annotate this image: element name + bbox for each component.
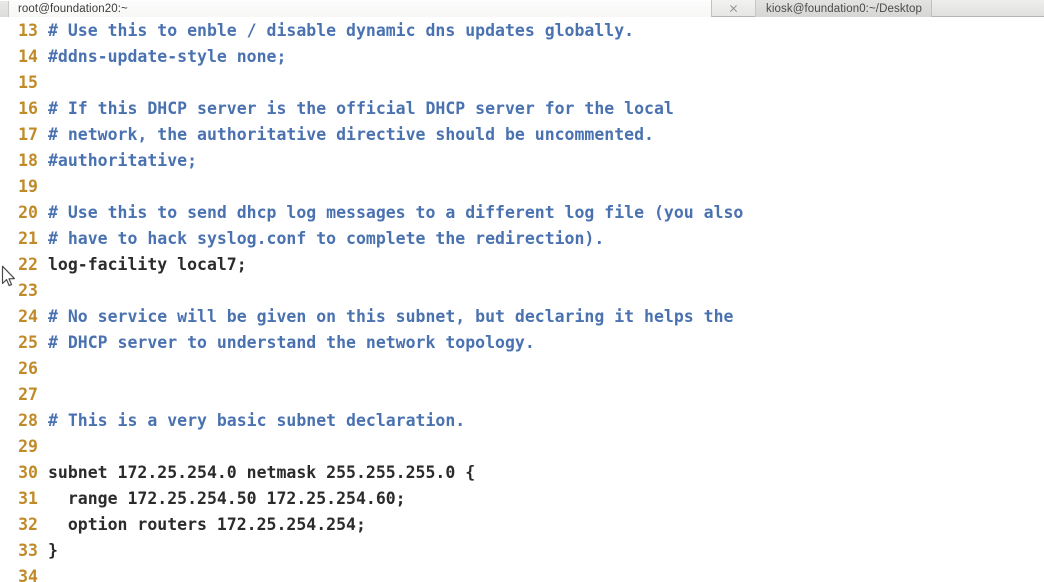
code-line-text: # Use this to send dhcp log messages to …: [48, 203, 744, 222]
tab-label-0: root@foundation20:~: [18, 2, 128, 15]
tab-bar: root@foundation20:~ kiosk@foundation0:~/…: [0, 0, 1044, 17]
code-line[interactable]: 20 # Use this to send dhcp log messages t…: [0, 200, 1044, 226]
code-editor-area[interactable]: 13 # Use this to enble / disable dynamic …: [0, 18, 1044, 582]
line-number: 30: [18, 463, 38, 482]
code-line[interactable]: 27: [0, 382, 1044, 408]
line-number: 33: [18, 541, 38, 560]
code-line[interactable]: 30 subnet 172.25.254.0 netmask 255.255.25…: [0, 460, 1044, 486]
line-number: 25: [18, 333, 38, 352]
close-icon[interactable]: [728, 3, 739, 14]
code-line[interactable]: 15: [0, 70, 1044, 96]
line-number: 13: [18, 21, 38, 40]
line-number: 14: [18, 47, 38, 66]
code-line-text: # This is a very basic subnet declaratio…: [48, 411, 466, 430]
code-line-text: #authoritative;: [48, 151, 198, 170]
code-line[interactable]: 19: [0, 174, 1044, 200]
line-number: 31: [18, 489, 38, 508]
code-line-text: # have to hack syslog.conf to complete t…: [48, 229, 605, 248]
line-number: 21: [18, 229, 38, 248]
code-line-text: option routers 172.25.254.254;: [48, 515, 366, 534]
code-line-text: #ddns-update-style none;: [48, 47, 287, 66]
line-number: 17: [18, 125, 38, 144]
tab-close-area: [712, 0, 755, 16]
code-line[interactable]: 14 #ddns-update-style none;: [0, 44, 1044, 70]
code-line-text: range 172.25.254.50 172.25.254.60;: [48, 489, 406, 508]
tab-kiosk-foundation0[interactable]: kiosk@foundation0:~/Desktop: [755, 0, 932, 17]
line-number: 23: [18, 281, 38, 300]
tab-root-foundation20[interactable]: root@foundation20:~: [0, 0, 712, 17]
line-number: 26: [18, 359, 38, 378]
code-line[interactable]: 23: [0, 278, 1044, 304]
code-line[interactable]: 32 option routers 172.25.254.254;: [0, 512, 1044, 538]
code-line[interactable]: 21 # have to hack syslog.conf to complete…: [0, 226, 1044, 252]
line-number: 22: [18, 255, 38, 274]
line-number: 20: [18, 203, 38, 222]
line-number: 29: [18, 437, 38, 456]
code-line[interactable]: 18 #authoritative;: [0, 148, 1044, 174]
code-line[interactable]: 28 # This is a very basic subnet declarat…: [0, 408, 1044, 434]
code-line-text: # network, the authoritative directive s…: [48, 125, 654, 144]
tab-bar-empty-space: [931, 0, 1044, 16]
line-number: 24: [18, 307, 38, 326]
code-line[interactable]: 33}: [0, 538, 1044, 564]
code-line[interactable]: 13 # Use this to enble / disable dynamic …: [0, 18, 1044, 44]
code-line-text: # No service will be given on this subne…: [48, 307, 734, 326]
line-number: 16: [18, 99, 38, 118]
code-line[interactable]: 26: [0, 356, 1044, 382]
code-line-text: # If this DHCP server is the official DH…: [48, 99, 674, 118]
code-line-text: # Use this to enble / disable dynamic dn…: [48, 21, 635, 40]
line-number: 32: [18, 515, 38, 534]
code-line[interactable]: 34: [0, 564, 1044, 582]
code-line[interactable]: 25 # DHCP server to understand the networ…: [0, 330, 1044, 356]
code-line-text: }: [48, 541, 58, 560]
tab-left-edge-decoration: [0, 1, 9, 17]
line-number: 27: [18, 385, 38, 404]
line-number: 18: [18, 151, 38, 170]
code-line[interactable]: 16 # If this DHCP server is the official …: [0, 96, 1044, 122]
code-line[interactable]: 31 range 172.25.254.50 172.25.254.60;: [0, 486, 1044, 512]
code-line[interactable]: 17 # network, the authoritative directive…: [0, 122, 1044, 148]
code-line-text: # DHCP server to understand the network …: [48, 333, 535, 352]
code-line-text: subnet 172.25.254.0 netmask 255.255.255.…: [48, 463, 476, 482]
tab-label-1: kiosk@foundation0:~/Desktop: [766, 2, 922, 15]
code-line[interactable]: 24 # No service will be given on this sub…: [0, 304, 1044, 330]
code-line-text: log-facility local7;: [48, 255, 247, 274]
line-number: 15: [18, 73, 38, 92]
line-number: 28: [18, 411, 38, 430]
terminal-window: root@foundation20:~ kiosk@foundation0:~/…: [0, 0, 1044, 582]
line-number: 34: [18, 567, 38, 582]
code-line[interactable]: 22 log-facility local7;: [0, 252, 1044, 278]
line-number: 19: [18, 177, 38, 196]
code-line[interactable]: 29: [0, 434, 1044, 460]
